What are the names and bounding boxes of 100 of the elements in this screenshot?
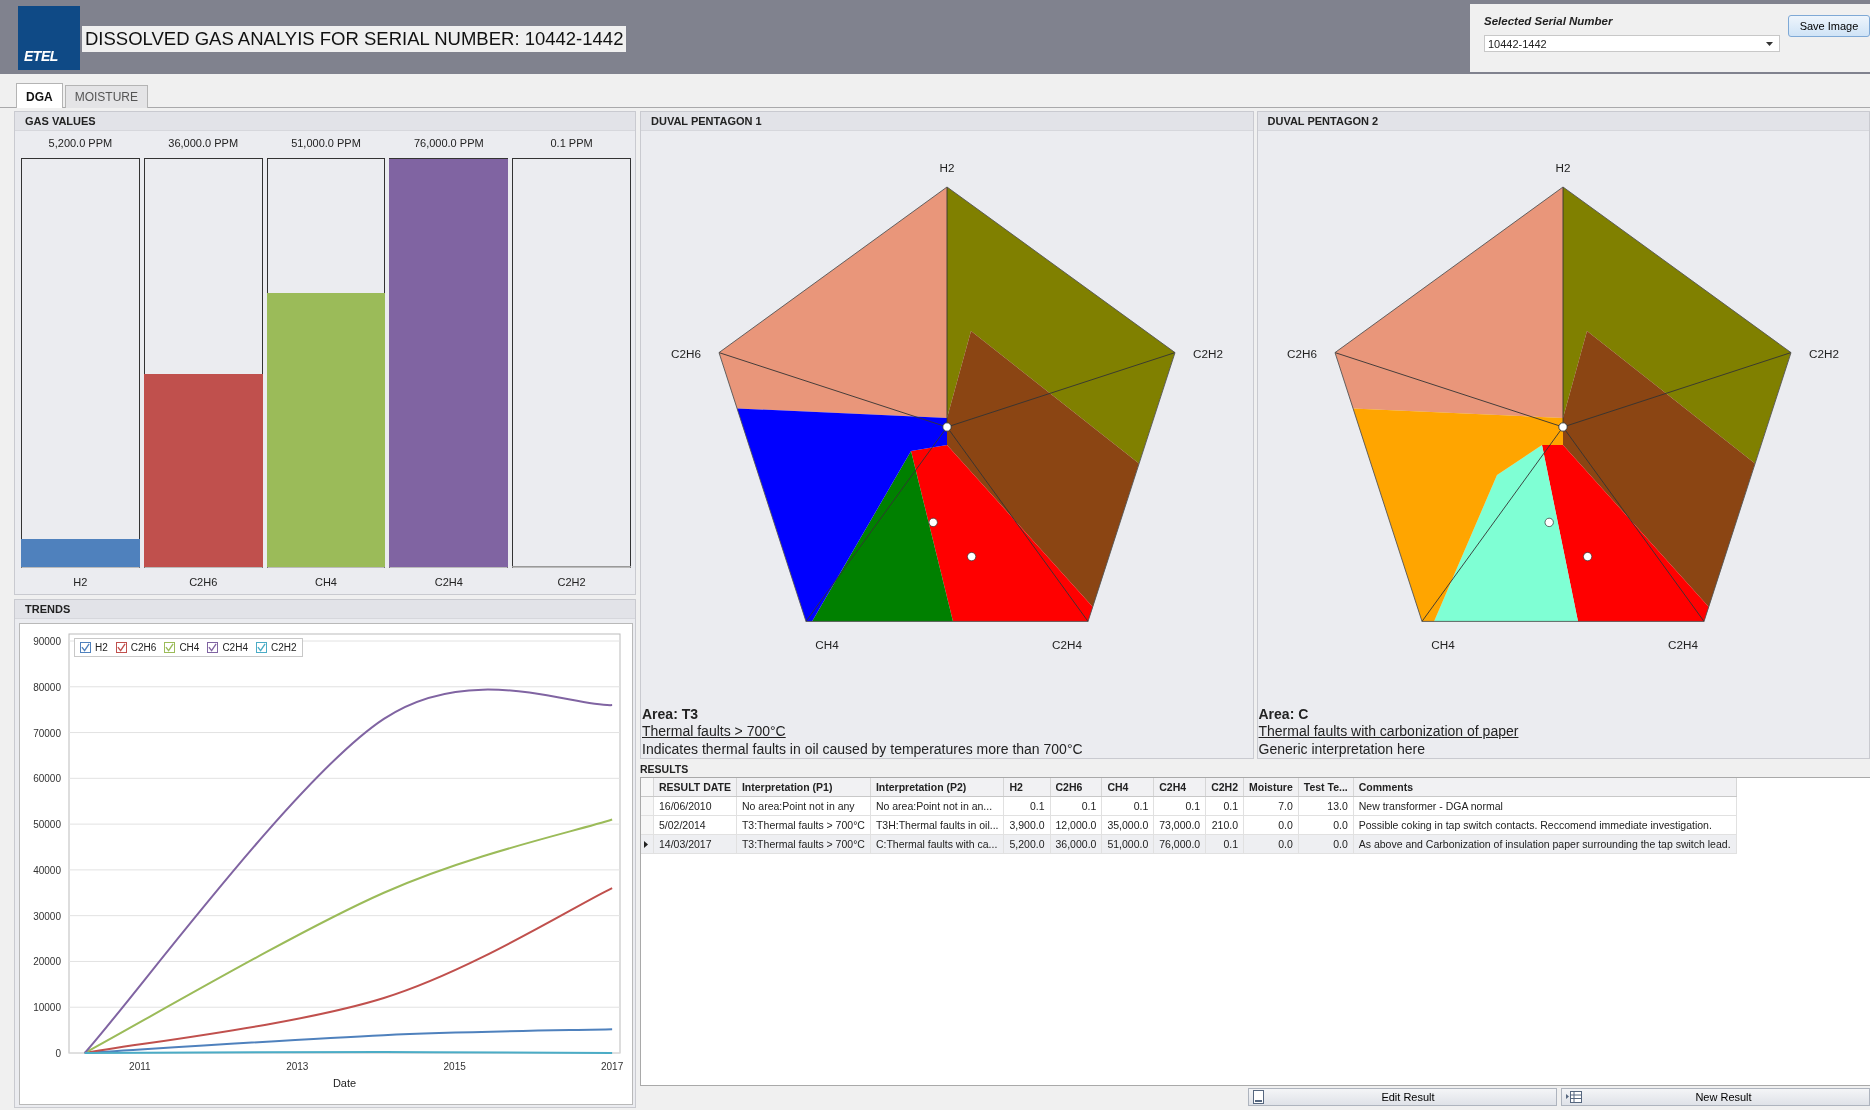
table-cell: 13.0 [1298, 796, 1354, 816]
vertex-label: C2H4 [1668, 638, 1699, 651]
vertex-label: H2 [939, 161, 955, 174]
tab[interactable]: MOISTURE [64, 85, 148, 108]
gas-reading: 51,000.0 PPM [290, 136, 362, 151]
legend-checkbox[interactable] [80, 642, 91, 653]
column-header[interactable]: Comments [1353, 778, 1737, 797]
legend-label: C2H6 [130, 642, 157, 653]
serial-dropdown[interactable]: 10442-1442 [1484, 35, 1780, 52]
serial-label: Selected Serial Number [1484, 15, 1614, 27]
vertex-label: CH4 [1431, 638, 1455, 651]
legend-label: H2 [95, 642, 108, 653]
table-cell: T3:Thermal faults > 700°C [736, 815, 871, 835]
panel-title: GAS VALUES [15, 112, 635, 131]
vertex-label: CH4 [815, 638, 839, 651]
save-image-button[interactable]: Save Image [1788, 15, 1870, 37]
column-header[interactable]: Interpretation (P1) [736, 778, 871, 797]
fault-description: Generic interpretation here [1258, 740, 1427, 758]
y-tick-label: 80000 [33, 681, 61, 693]
result-button[interactable]: Edit Result [1248, 1088, 1557, 1106]
table-cell: 0.1 [1003, 796, 1050, 816]
gas-reading: 5,200.0 PPM [47, 136, 114, 151]
panel-title: TRENDS [15, 600, 635, 619]
gas-name: CH4 [314, 575, 338, 588]
column-header[interactable]: C2H2 [1205, 778, 1244, 797]
y-tick-label: 30000 [33, 910, 61, 922]
y-tick-label: 70000 [33, 727, 61, 739]
column-header[interactable]: RESULT DATE [653, 778, 737, 797]
row-pointer-icon [644, 841, 648, 848]
panel-title: DUVAL PENTAGON 2 [1257, 112, 1869, 131]
table-cell: 35,000.0 [1101, 815, 1154, 835]
gas-name: C2H6 [188, 575, 219, 588]
legend-checkbox[interactable] [255, 642, 267, 653]
table-cell: New transformer - DGA normal [1353, 796, 1737, 816]
gas-reading: 0.1 PPM [549, 136, 594, 151]
legend-label: C2H2 [270, 642, 297, 653]
column-header[interactable]: CH4 [1101, 778, 1154, 797]
x-axis-label: Date [332, 1077, 357, 1089]
legend-checkbox[interactable] [207, 642, 219, 653]
panel-title: DUVAL PENTAGON 1 [641, 112, 1253, 131]
caret-icon [1766, 41, 1773, 46]
y-tick-label: 0 [55, 1048, 61, 1059]
vertex-label: C2H2 [1192, 347, 1223, 360]
y-tick-label: 90000 [33, 636, 61, 647]
table-cell: 210.0 [1205, 815, 1244, 835]
legend-checkbox[interactable] [115, 642, 127, 653]
table-row[interactable]: 16/06/2010 No area:Point not in any No area:Point not in an... 0.1 0.1 0.1 0.1 0.1 7.0 13.0 New transformer - DGA normal [641, 796, 1737, 816]
gas-reading: 76,000.0 PPM [412, 136, 485, 151]
vertex-label: H2 [1555, 161, 1571, 174]
tab[interactable]: DGA [16, 83, 63, 108]
table-cell: 0.1 [1153, 796, 1206, 816]
section-title: RESULTS [640, 762, 690, 777]
table-cell: 5/02/2014 [653, 815, 737, 835]
table-cell: Possible coking in tap switch contacts. Reccomend immediate investigation. [1353, 815, 1737, 835]
area-label: Area: C [1258, 705, 1310, 723]
table-cell: 16/06/2010 [653, 796, 737, 816]
vertex-label: C2H2 [1809, 347, 1840, 360]
legend-label: CH4 [179, 642, 200, 653]
fault-link[interactable]: Thermal faults with carbonization of paper [1258, 723, 1519, 741]
table-cell: 3,900.0 [1003, 815, 1050, 835]
vertex-label: C2H6 [1287, 347, 1318, 360]
table-cell: 0.0 [1298, 815, 1354, 835]
fault-link[interactable]: Thermal faults > 700°C [642, 723, 786, 741]
legend-checkbox[interactable] [164, 642, 176, 653]
table-cell: 0.1 [1205, 796, 1244, 816]
area-label: Area: T3 [642, 705, 700, 723]
y-tick-label: 40000 [33, 864, 61, 876]
column-header[interactable]: C2H6 [1050, 778, 1102, 797]
column-header[interactable]: Moisture [1243, 778, 1299, 797]
vertex-label: C2H6 [670, 347, 701, 360]
gas-name: C2H4 [433, 575, 464, 588]
column-header[interactable]: C2H4 [1153, 778, 1206, 797]
table-cell: No area:Point not in any [736, 796, 871, 816]
table-row[interactable]: 14/03/2017 T3:Thermal faults > 700°C C:Thermal faults with ca... 5,200.0 36,000.0 51,000.0 76,000.0 0.1 0.0 0.0 As above and Carbonization of insulation paper surrounding the tap switch lead. [641, 834, 1737, 854]
table-cell: 0.0 [1243, 815, 1299, 835]
table-add-icon [1566, 1091, 1582, 1103]
document-icon [1253, 1090, 1264, 1104]
table-cell: 0.1 [1050, 796, 1102, 816]
fault-description: Indicates thermal faults in oil caused by temperatures more than 700°C [642, 740, 1084, 758]
column-header[interactable]: Interpretation (P2) [870, 778, 1004, 797]
result-button[interactable]: New Result [1561, 1088, 1870, 1106]
y-tick-label: 10000 [33, 1002, 61, 1014]
table-cell: 7.0 [1243, 796, 1299, 816]
table-cell: No area:Point not in an... [870, 796, 1004, 816]
x-tick-label: 2015 [443, 1061, 466, 1072]
gas-name: C2H2 [556, 575, 587, 588]
page-title: DISSOLVED GAS ANALYIS FOR SERIAL NUMBER: 10442-1442 [82, 26, 627, 52]
table-cell: 73,000.0 [1153, 815, 1206, 835]
x-tick-label: 2011 [129, 1061, 151, 1072]
logo-text: ETEL [24, 48, 58, 64]
table-row[interactable]: 5/02/2014 T3:Thermal faults > 700°C T3H:Thermal faults in oil... 3,900.0 12,000.0 35,000.0 73,000.0 210.0 0.0 0.0 Possible coking in tap switch contacts. Reccomend immediate investigation. [641, 815, 1737, 835]
y-tick-label: 20000 [33, 956, 61, 968]
legend-label: C2H4 [222, 642, 248, 653]
x-tick-label: 2013 [286, 1061, 309, 1072]
column-header[interactable]: Test Te... [1298, 778, 1354, 797]
table-cell: T3H:Thermal faults in oil... [870, 815, 1004, 835]
gas-name: H2 [72, 575, 89, 588]
column-header[interactable]: H2 [1003, 778, 1050, 797]
table-cell: 0.1 [1101, 796, 1154, 816]
table-cell: 12,000.0 [1050, 815, 1102, 835]
